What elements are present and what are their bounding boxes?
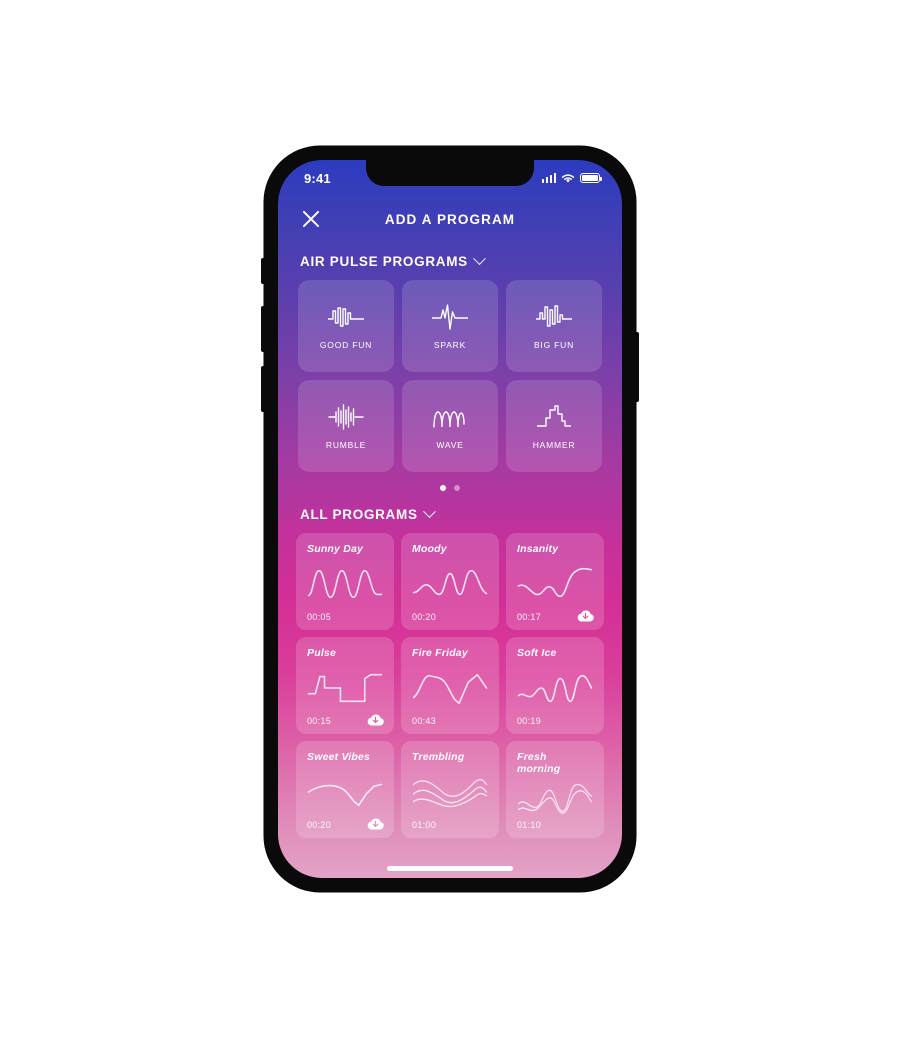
- waveform-good-fun-icon: [328, 307, 364, 327]
- waveform-trembling-icon: [412, 778, 488, 807]
- program-waveform: [307, 660, 383, 716]
- airpulse-section: AIR PULSE PROGRAMS GOOD FUN SPARK BIG FU…: [278, 252, 622, 491]
- program-waveform: [307, 556, 383, 612]
- allprograms-section: ALL PROGRAMS Sunny Day 00:05 Moody 00:20…: [278, 505, 622, 838]
- program-waveform: [517, 556, 593, 612]
- airpulse-section-title: AIR PULSE PROGRAMS: [300, 254, 468, 269]
- program-card[interactable]: Moody 00:20: [401, 533, 499, 630]
- airpulse-card-label: RUMBLE: [325, 440, 367, 450]
- program-name: Pulse: [307, 647, 337, 659]
- program-duration: 00:19: [517, 716, 542, 726]
- program-card[interactable]: Trembling 01:00: [401, 741, 499, 838]
- program-waveform: [307, 764, 383, 820]
- home-indicator[interactable]: [387, 866, 513, 871]
- program-duration: 00:05: [307, 612, 332, 622]
- program-duration: 00:20: [412, 612, 437, 622]
- program-card[interactable]: Sunny Day 00:05: [296, 533, 394, 630]
- pager-dot-1[interactable]: [440, 485, 446, 491]
- chevron-down-icon[interactable]: [422, 505, 436, 519]
- signal-bars-icon: [541, 173, 556, 183]
- close-icon[interactable]: [300, 208, 322, 230]
- program-name: Moody: [412, 543, 447, 555]
- program-card[interactable]: Soft Ice 00:19: [506, 637, 604, 734]
- airpulse-card-spark[interactable]: SPARK: [402, 280, 498, 372]
- allprograms-section-header[interactable]: ALL PROGRAMS: [278, 505, 622, 522]
- volume-down-button[interactable]: [261, 366, 265, 412]
- waveform-sweet-vibes-icon: [307, 773, 383, 811]
- waveform-wave-icon: [433, 411, 465, 428]
- waveform-moody-icon: [412, 565, 488, 603]
- program-name: Insanity: [517, 543, 559, 555]
- cloud-download-icon[interactable]: [366, 712, 385, 727]
- airpulse-card-wave[interactable]: WAVE: [402, 380, 498, 472]
- program-duration: 00:43: [412, 716, 437, 726]
- waveform-sunny-day-icon: [307, 565, 383, 603]
- airpulse-card-label: GOOD FUN: [319, 340, 373, 350]
- program-waveform: [517, 660, 593, 716]
- volume-up-button[interactable]: [261, 306, 265, 352]
- waveform-fire-friday-icon: [412, 669, 488, 707]
- notch: [366, 160, 534, 186]
- program-card[interactable]: Insanity 00:17: [506, 533, 604, 630]
- waveform-soft-ice-icon: [517, 669, 593, 707]
- program-name: Trembling: [412, 751, 465, 763]
- nav-bar: ADD A PROGRAM: [278, 190, 622, 248]
- program-name: Soft Ice: [517, 647, 557, 659]
- wifi-icon: [561, 173, 575, 183]
- program-card[interactable]: Sweet Vibes 00:20: [296, 741, 394, 838]
- airpulse-card-label: BIG FUN: [533, 340, 575, 350]
- program-grid-row-2: Pulse 00:15 Fire Friday 00:43 Soft Ice 0…: [278, 637, 622, 734]
- program-card[interactable]: Pulse 00:15: [296, 637, 394, 734]
- cloud-download-icon[interactable]: [576, 608, 595, 623]
- allprograms-section-title: ALL PROGRAMS: [300, 507, 418, 522]
- status-icons: [541, 173, 603, 184]
- phone-screen: 9:41 ADD A PROGRAM AIR PULSE PROGRAMS GO…: [278, 160, 622, 878]
- program-grid-row-3: Sweet Vibes 00:20 Trembling 01:00 Fresh …: [278, 741, 622, 838]
- airpulse-card-label: WAVE: [436, 440, 464, 450]
- chevron-down-icon[interactable]: [473, 252, 486, 266]
- waveform-big-fun-icon: [536, 305, 572, 327]
- waveform-rumble-icon: [328, 404, 364, 430]
- program-name: Fresh morning: [517, 751, 561, 775]
- airpulse-card-big-fun[interactable]: BIG FUN: [506, 280, 602, 372]
- program-name: Sweet Vibes: [307, 751, 371, 763]
- cloud-download-icon[interactable]: [366, 816, 385, 831]
- program-grid-row-1: Sunny Day 00:05 Moody 00:20 Insanity 00:…: [278, 533, 622, 630]
- waveform-spark-icon: [432, 304, 468, 330]
- power-button[interactable]: [635, 332, 639, 402]
- airpulse-pager[interactable]: [278, 485, 622, 491]
- airpulse-grid: GOOD FUN SPARK BIG FUN RUMBLE WAVE HAMME…: [278, 280, 622, 472]
- program-waveform: [412, 764, 488, 820]
- waveform-hammer-icon: [537, 405, 571, 427]
- program-waveform: [412, 660, 488, 716]
- phone-frame: 9:41 ADD A PROGRAM AIR PULSE PROGRAMS GO…: [261, 146, 639, 892]
- airpulse-card-label: HAMMER: [532, 440, 576, 450]
- airpulse-card-good-fun[interactable]: GOOD FUN: [298, 280, 394, 372]
- page-canvas: 9:41 ADD A PROGRAM AIR PULSE PROGRAMS GO…: [0, 0, 900, 1050]
- program-waveform: [517, 775, 593, 820]
- program-duration: 01:00: [412, 820, 437, 830]
- airpulse-card-hammer[interactable]: HAMMER: [506, 380, 602, 472]
- program-name: Fire Friday: [412, 647, 468, 659]
- program-duration: 01:10: [517, 820, 542, 830]
- airpulse-card-label: SPARK: [433, 340, 467, 350]
- status-clock: 9:41: [304, 170, 331, 186]
- waveform-pulse-icon: [307, 669, 383, 707]
- program-name: Sunny Day: [307, 543, 364, 555]
- airpulse-card-rumble[interactable]: RUMBLE: [298, 380, 394, 472]
- pager-dot-2[interactable]: [454, 485, 460, 491]
- airpulse-section-header[interactable]: AIR PULSE PROGRAMS: [278, 252, 622, 269]
- battery-icon: [580, 173, 603, 183]
- program-card[interactable]: Fire Friday 00:43: [401, 637, 499, 734]
- waveform-insanity-icon: [517, 565, 593, 603]
- page-title: ADD A PROGRAM: [384, 211, 516, 227]
- program-waveform: [412, 556, 488, 612]
- silent-switch-button[interactable]: [261, 258, 265, 284]
- waveform-fresh-morning-icon: [517, 783, 593, 814]
- program-card[interactable]: Fresh morning 01:10: [506, 741, 604, 838]
